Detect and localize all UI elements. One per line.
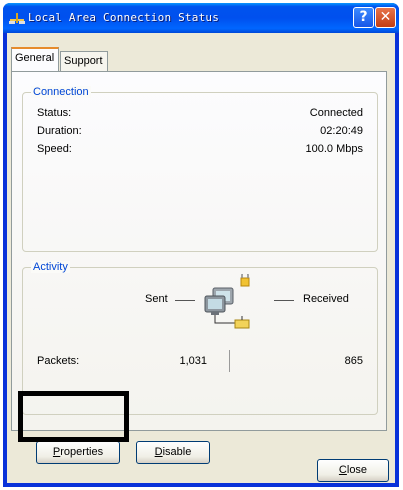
speed-label: Speed: (37, 143, 72, 155)
annotation-highlight-box (18, 391, 129, 442)
tab-general[interactable]: General (11, 47, 59, 71)
close-label: lose (346, 464, 368, 476)
sent-line (175, 300, 195, 301)
connection-group-label: Connection (31, 86, 91, 98)
activity-group-label: Activity (31, 261, 70, 273)
duration-label: Duration: (37, 125, 82, 137)
network-activity-icon (201, 271, 267, 332)
close-mnemonic: C (338, 464, 347, 476)
sent-label: Sent (145, 293, 168, 305)
properties-label: roperties (60, 446, 104, 458)
close-button[interactable]: Close (317, 459, 389, 482)
speed-value: 100.0 Mbps (305, 143, 363, 155)
network-connection-icon (9, 11, 25, 25)
packets-divider (229, 350, 230, 372)
disable-mnemonic: D (154, 446, 163, 458)
packets-sent-value: 1,031 (179, 355, 207, 367)
close-icon: ✕ (379, 9, 392, 25)
connection-group: Connection Status: Connected Duration: 0… (22, 86, 378, 252)
packets-received-value: 865 (344, 355, 363, 367)
close-window-button[interactable]: ✕ (375, 7, 396, 28)
help-button[interactable]: ? (353, 7, 374, 28)
general-tab-panel: Connection Status: Connected Duration: 0… (11, 71, 387, 464)
window-title: Local Area Connection Status (28, 11, 220, 24)
disable-label: isable (162, 446, 192, 458)
received-label: Received (303, 293, 349, 305)
duration-value: 02:20:49 (320, 125, 363, 137)
received-line (274, 300, 294, 301)
disable-button[interactable]: Disable (136, 441, 210, 464)
packets-label: Packets: (37, 355, 80, 367)
status-value: Connected (309, 107, 363, 119)
status-label: Status: (37, 107, 72, 119)
title-bar[interactable]: Local Area Connection Status ? ✕ (3, 3, 399, 33)
tab-support[interactable]: Support (60, 51, 108, 71)
properties-button[interactable]: Properties (36, 441, 120, 464)
